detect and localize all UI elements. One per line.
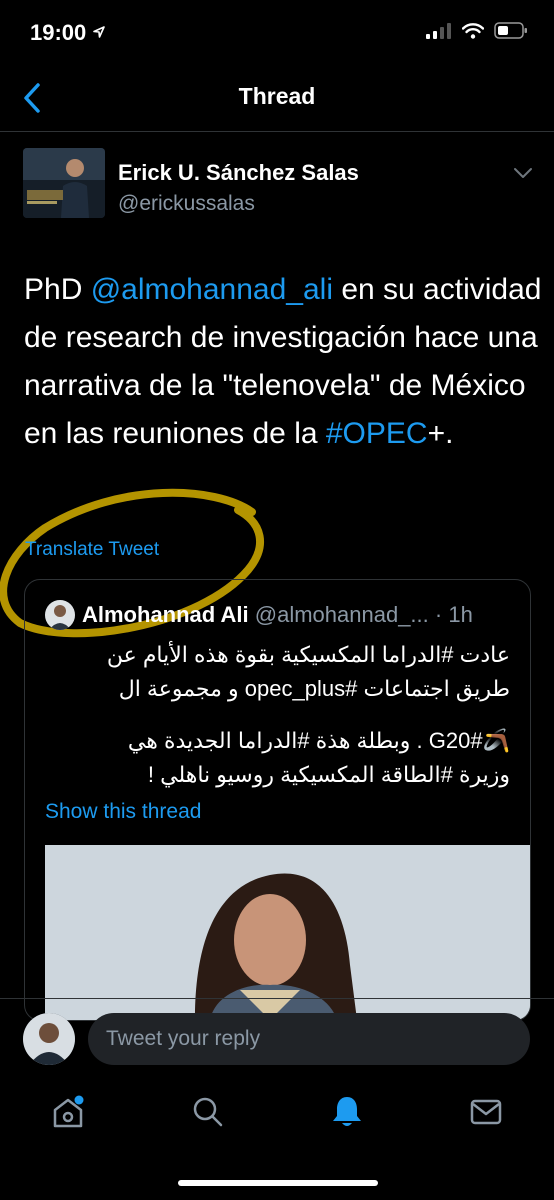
status-time-text: 19:00	[30, 20, 87, 45]
mail-icon	[470, 1099, 502, 1125]
tweet-text-part: PhD	[24, 273, 91, 306]
page-title: Thread	[238, 83, 316, 109]
bell-icon	[333, 1097, 361, 1126]
quoted-text-line: وزيرة #الطاقة المكسيكية روسيو ناهلي !	[147, 762, 510, 787]
quoted-tweet-time: 1h	[448, 602, 473, 627]
status-time: 19:00	[30, 20, 106, 46]
tweet-text-part: +.	[427, 417, 454, 450]
battery-icon	[494, 22, 527, 39]
mention-link[interactable]: @almohannad_ali	[91, 273, 333, 306]
tweet-text: PhD @almohannad_ali en su actividad de r…	[24, 266, 544, 458]
translate-tweet-link[interactable]: Translate Tweet	[25, 539, 159, 561]
status-icons	[426, 22, 528, 39]
quoted-author-name[interactable]: Almohannad Ali	[82, 602, 249, 627]
quoted-tweet-photo[interactable]	[45, 845, 530, 1020]
nav-divider	[0, 131, 554, 132]
wifi-icon	[462, 22, 484, 39]
quoted-text-line: طريق اجتماعات #opec_plus و مجموعة ال	[118, 676, 510, 701]
tab-search[interactable]	[188, 1090, 228, 1134]
home-icon	[53, 1095, 84, 1128]
quoted-tweet[interactable]: Almohannad Ali @almohannad_... · 1h عادت…	[24, 579, 531, 1021]
header-separator: ·	[428, 602, 449, 627]
tab-home[interactable]	[48, 1090, 88, 1134]
tab-messages[interactable]	[466, 1090, 506, 1134]
quoted-text-line: 🪃#G20 . وبطلة هذة #الدراما الجديدة هي	[127, 728, 510, 753]
notification-dot	[74, 1095, 84, 1105]
chevron-down-icon[interactable]	[512, 165, 534, 181]
reply-divider	[0, 998, 554, 999]
author-name[interactable]: Erick U. Sánchez Salas	[118, 160, 359, 186]
tab-notifications[interactable]	[327, 1090, 367, 1134]
quoted-text-line: عادت #الدراما المكسيكية بقوة هذه الأيام …	[106, 642, 510, 667]
hashtag-link[interactable]: #OPEC	[326, 417, 428, 450]
quoted-author-avatar[interactable]	[45, 600, 75, 630]
reply-avatar[interactable]	[23, 1013, 75, 1065]
show-thread-link[interactable]: Show this thread	[45, 800, 201, 824]
location-arrow-icon	[93, 26, 106, 38]
signal-icon	[426, 22, 451, 39]
author-avatar[interactable]	[23, 148, 105, 218]
quoted-author-handle[interactable]: @almohannad_...	[255, 602, 429, 627]
author-handle[interactable]: @erickussalas	[118, 192, 255, 216]
search-icon	[193, 1097, 223, 1127]
tweet-reply-input[interactable]	[88, 1013, 530, 1065]
home-indicator[interactable]	[178, 1180, 378, 1186]
quoted-tweet-text: عادت #الدراما المكسيكية بقوة هذه الأيام …	[45, 638, 510, 792]
quoted-tweet-header: Almohannad Ali @almohannad_... · 1h	[82, 602, 473, 628]
